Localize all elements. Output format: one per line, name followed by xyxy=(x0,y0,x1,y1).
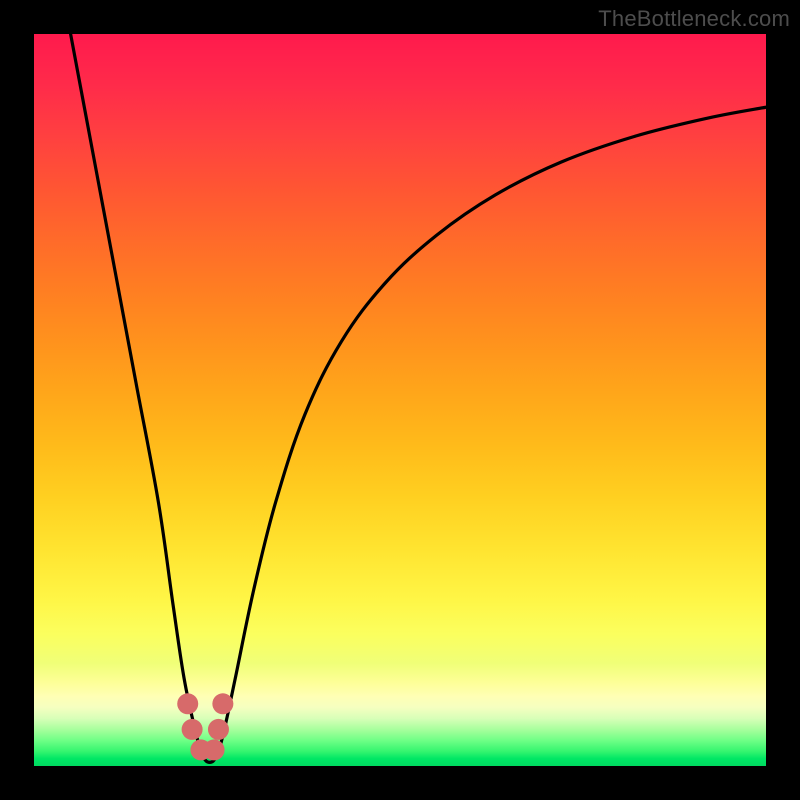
curve-layer xyxy=(71,34,766,762)
bottleneck-curve xyxy=(71,34,766,762)
highlight-point xyxy=(182,719,203,740)
marker-layer xyxy=(177,693,233,760)
highlight-point xyxy=(204,739,225,760)
watermark-text: TheBottleneck.com xyxy=(598,6,790,32)
plot-area xyxy=(34,34,766,766)
highlight-point xyxy=(208,719,229,740)
highlight-point xyxy=(212,693,233,714)
chart-svg xyxy=(34,34,766,766)
chart-frame: TheBottleneck.com xyxy=(0,0,800,800)
highlight-point xyxy=(177,693,198,714)
